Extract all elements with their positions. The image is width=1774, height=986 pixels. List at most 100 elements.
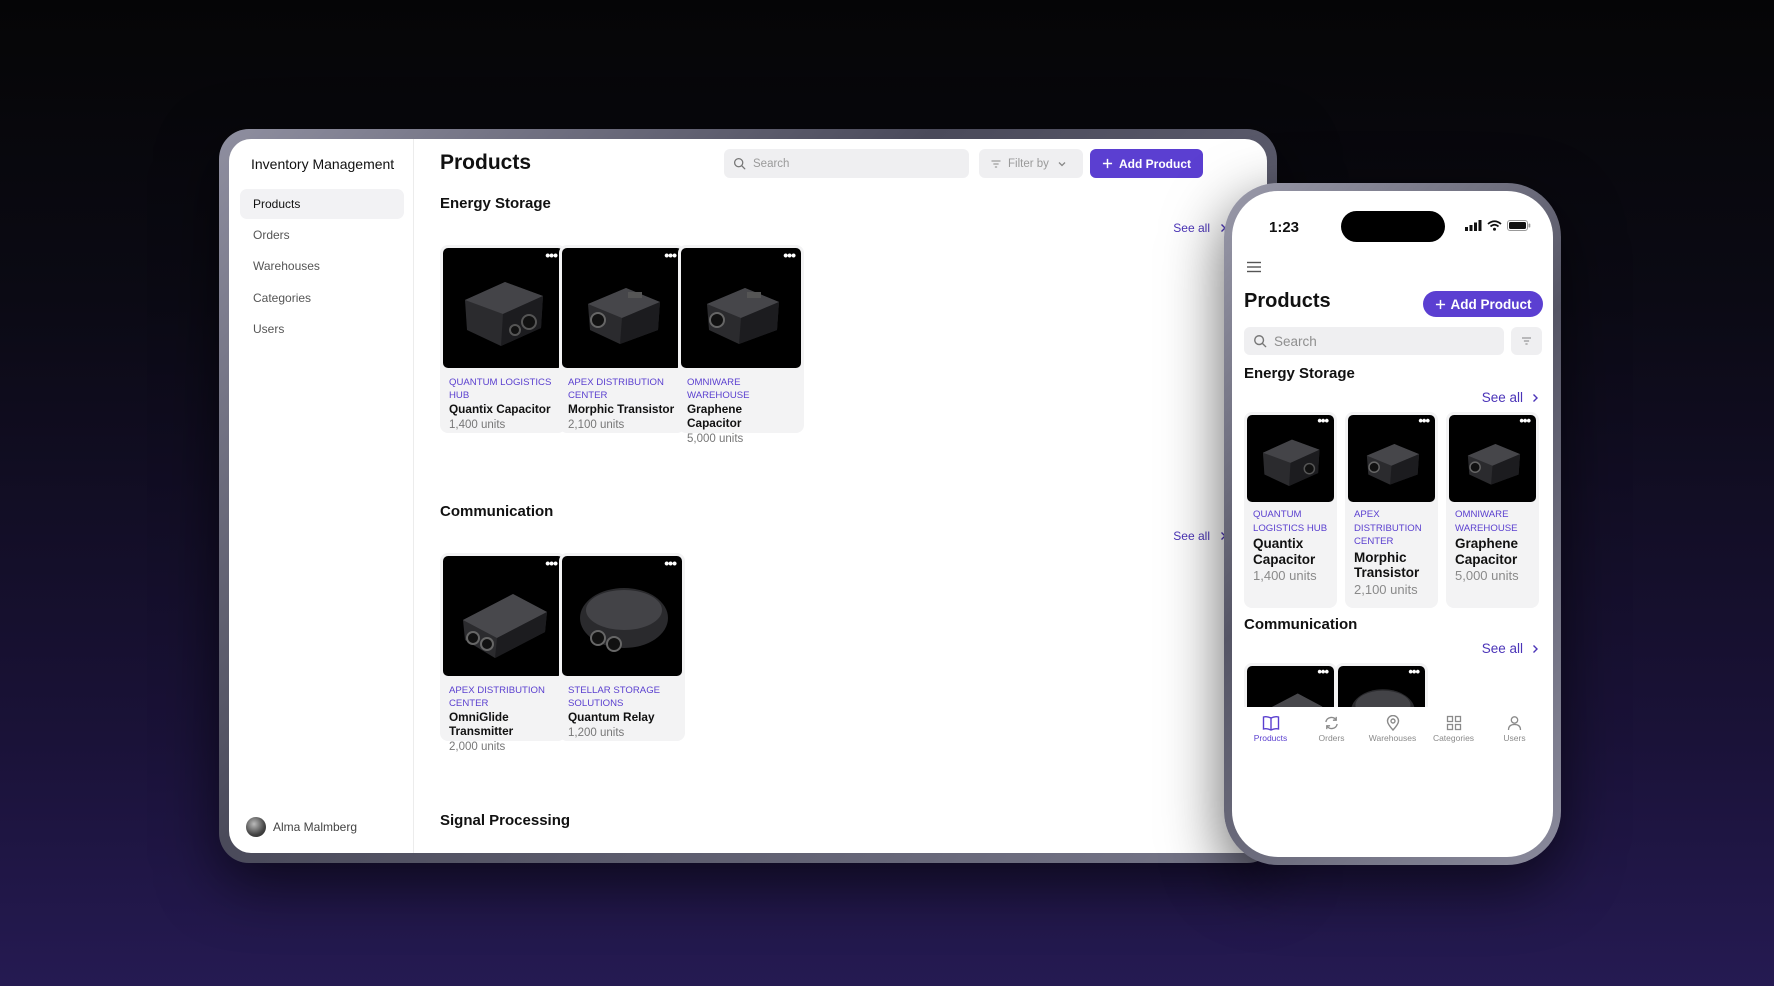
add-product-label: Add Product	[1450, 296, 1532, 312]
product-image	[562, 248, 682, 368]
product-units: 5,000 units	[687, 433, 744, 445]
card-text: Apex Distribution Center Morphic Transis…	[1354, 508, 1432, 598]
grid-icon	[1446, 715, 1461, 731]
product-units: 2,100 units	[1354, 581, 1418, 597]
page-title: Products	[1244, 290, 1331, 312]
more-icon[interactable]: •••	[1418, 413, 1430, 428]
product-units: 2,100 units	[568, 419, 625, 431]
product-card[interactable]: ••• Apex Distribution Center OmniGlide T…	[440, 553, 566, 753]
sidebar-item-users[interactable]: Users	[240, 314, 404, 344]
more-icon[interactable]: •••	[545, 247, 558, 263]
filter-icon	[1522, 337, 1531, 345]
more-icon[interactable]: •••	[1519, 413, 1531, 428]
see-all-label: See all	[1173, 529, 1210, 543]
see-all-label: See all	[1173, 221, 1210, 235]
section-title-communication: Communication	[440, 503, 554, 520]
sidebar-item-products[interactable]: Products	[240, 189, 404, 219]
tab-categories[interactable]: Categories	[1423, 707, 1484, 767]
product-card[interactable]: ••• Apex Distribution Center Morphic Tra…	[1345, 412, 1438, 608]
see-all-communication[interactable]: See all	[1173, 529, 1227, 543]
product-card[interactable]: ••• Apex Distribution Center Morphic Tra…	[559, 245, 685, 433]
more-icon[interactable]: •••	[1408, 664, 1420, 679]
product-card[interactable]: ••• Omniware Warehouse Graphene Capacito…	[678, 245, 804, 445]
battery-icon	[1507, 220, 1531, 231]
product-location: Quantum Logistics Hub	[449, 377, 552, 401]
card-text: Apex Distribution Center Morphic Transis…	[568, 376, 678, 433]
card-text: Omniware Warehouse Graphene Capacitor 5,…	[1455, 508, 1533, 584]
product-image	[681, 248, 801, 368]
filter-button[interactable]	[1511, 327, 1542, 355]
card-text: Apex Distribution Center OmniGlide Trans…	[449, 684, 559, 755]
tab-users[interactable]: Users	[1484, 707, 1545, 767]
see-all-energy-storage[interactable]: See all	[1173, 221, 1227, 235]
search-input[interactable]: Search	[724, 149, 969, 178]
product-card[interactable]: ••• Quantum Logistics Hub Quantix Capaci…	[440, 245, 566, 433]
product-location: Apex Distribution Center	[1354, 509, 1422, 547]
tab-orders[interactable]: Orders	[1301, 707, 1362, 767]
product-name: Morphic Transistor	[1354, 549, 1420, 581]
product-location: Quantum Logistics Hub	[1253, 509, 1328, 534]
add-product-button[interactable]: Add Product	[1090, 149, 1203, 178]
product-name: Graphene Capacitor	[1455, 536, 1519, 567]
status-time: 1:23	[1269, 219, 1300, 236]
search-placeholder: Search	[1274, 333, 1317, 349]
menu-icon[interactable]	[1246, 260, 1262, 278]
mobile-app: 1:23 Products Add Product Search Energy …	[1232, 191, 1553, 857]
product-location: Omniware Warehouse	[687, 377, 750, 401]
filter-dropdown[interactable]: Filter by	[979, 149, 1083, 178]
tab-warehouses[interactable]: Warehouses	[1362, 707, 1423, 767]
sidebar-item-orders[interactable]: Orders	[240, 220, 404, 250]
add-product-button[interactable]: Add Product	[1423, 291, 1543, 317]
chevron-right-icon	[1533, 393, 1538, 402]
more-icon[interactable]: •••	[664, 555, 677, 571]
product-image	[1449, 415, 1536, 502]
status-icons	[1465, 220, 1531, 231]
page-title: Products	[440, 151, 532, 174]
more-icon[interactable]: •••	[1317, 664, 1329, 679]
see-all-energy-storage[interactable]: See all	[1482, 390, 1539, 405]
product-name: Quantum Relay	[568, 710, 655, 724]
app-title: Inventory Management	[251, 156, 395, 172]
product-card[interactable]: ••• Quantum Logistics Hub Quantix Capaci…	[1244, 412, 1337, 608]
phone-frame: 1:23 Products Add Product Search Energy …	[1224, 183, 1561, 865]
sidebar: Inventory Management Products Orders War…	[229, 139, 414, 853]
wifi-icon	[1487, 220, 1502, 231]
tab-label: Users	[1503, 733, 1526, 743]
more-icon[interactable]: •••	[783, 247, 796, 263]
search-placeholder: Search	[753, 157, 790, 170]
product-units: 1,200 units	[568, 727, 625, 739]
product-units: 5,000 units	[1455, 568, 1519, 583]
dynamic-island	[1341, 211, 1445, 242]
product-card[interactable]: ••• Stellar Storage Solutions Quantum Re…	[559, 553, 685, 741]
product-location: Apex Distribution Center	[449, 685, 545, 709]
sidebar-item-categories[interactable]: Categories	[240, 283, 404, 313]
card-text: Omniware Warehouse Graphene Capacitor 5,…	[687, 376, 797, 447]
product-image	[443, 248, 563, 368]
sidebar-item-warehouses[interactable]: Warehouses	[240, 251, 404, 281]
search-input[interactable]: Search	[1244, 327, 1504, 355]
product-location: Omniware Warehouse	[1455, 509, 1518, 534]
user-profile[interactable]: Alma Malmberg	[246, 817, 357, 837]
product-location: Stellar Storage Solutions	[568, 685, 661, 709]
search-icon	[1254, 335, 1267, 348]
more-icon[interactable]: •••	[664, 247, 677, 263]
card-text: Quantum Logistics Hub Quantix Capacitor …	[1253, 508, 1331, 584]
chevron-right-icon	[1533, 644, 1538, 653]
refresh-icon	[1325, 716, 1338, 730]
product-image	[1348, 415, 1435, 502]
map-pin-icon	[1386, 715, 1399, 731]
product-units: 1,400 units	[449, 419, 506, 431]
product-image	[443, 556, 563, 676]
user-name: Alma Malmberg	[273, 820, 358, 834]
filter-icon	[991, 159, 1001, 168]
product-card[interactable]: ••• Omniware Warehouse Graphene Capacito…	[1446, 412, 1539, 608]
product-name: OmniGlide Transmitter	[449, 710, 514, 738]
tab-label: Categories	[1432, 733, 1475, 743]
see-all-communication[interactable]: See all	[1482, 641, 1539, 656]
tab-label: Products	[1253, 733, 1288, 743]
more-icon[interactable]: •••	[1317, 413, 1329, 428]
search-icon	[733, 157, 746, 170]
tab-products[interactable]: Products	[1240, 707, 1301, 767]
product-name: Quantix Capacitor	[1253, 536, 1316, 567]
more-icon[interactable]: •••	[545, 555, 558, 571]
